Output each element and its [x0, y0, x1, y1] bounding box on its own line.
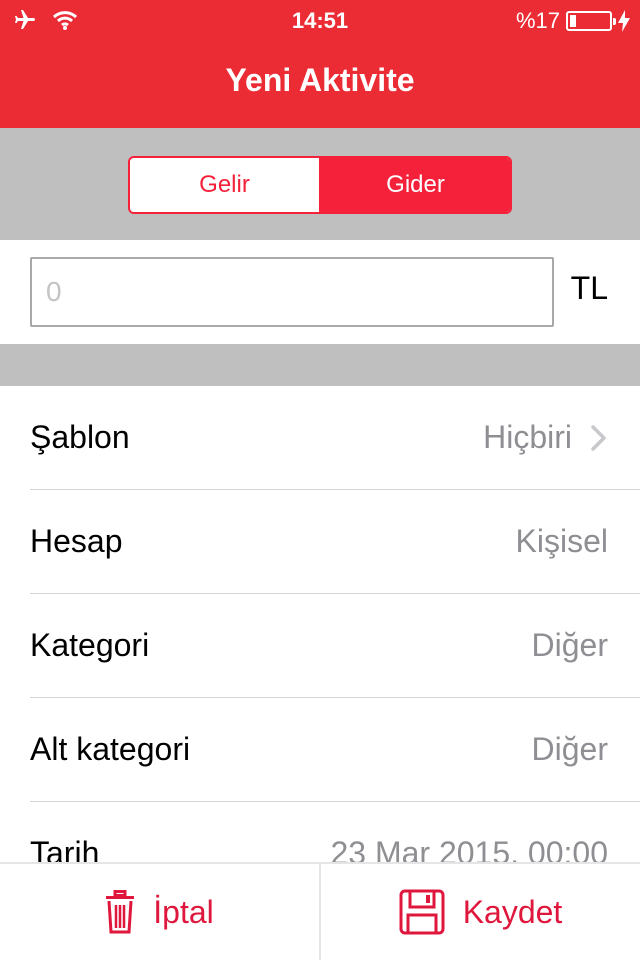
- row-alt-kategori[interactable]: Alt kategori Diğer: [0, 698, 640, 802]
- row-label: Kategori: [30, 627, 150, 663]
- bottom-toolbar: İptal Kaydet: [0, 862, 640, 960]
- segment-gelir[interactable]: Gelir: [130, 158, 321, 212]
- status-bar: 14:51 %17: [0, 0, 640, 40]
- trash-icon: [106, 890, 135, 934]
- row-label: Hesap: [30, 523, 123, 559]
- row-sablon[interactable]: Şablon Hiçbiri: [0, 386, 640, 490]
- row-value: Diğer: [531, 627, 608, 663]
- cancel-label: İptal: [153, 893, 214, 930]
- page-title: Yeni Aktivite: [225, 62, 415, 98]
- battery-percent: %17: [515, 8, 560, 33]
- charging-bolt-icon: [618, 10, 630, 32]
- row-value: Kişisel: [515, 523, 608, 559]
- save-button[interactable]: Kaydet: [321, 864, 640, 960]
- row-label: Şablon: [30, 419, 130, 455]
- row-hesap[interactable]: Hesap Kişisel: [0, 490, 640, 594]
- cancel-button[interactable]: İptal: [0, 864, 321, 960]
- battery-fill: [570, 15, 576, 27]
- row-kategori[interactable]: Kategori Diğer: [0, 594, 640, 698]
- row-value: Diğer: [531, 731, 608, 767]
- battery-icon: [566, 11, 616, 31]
- segment-gider[interactable]: Gider: [321, 158, 510, 212]
- row-value: Hiçbiri: [483, 419, 572, 455]
- section-gap: [0, 344, 640, 386]
- chevron-right-icon: [591, 425, 606, 451]
- amount-input[interactable]: [30, 257, 554, 327]
- amount-row: TL: [0, 240, 640, 344]
- details-list: Şablon Hiçbiri Hesap Kişisel Kategori Di…: [0, 386, 640, 906]
- header: 14:51 %17 Yeni Aktivite: [0, 0, 640, 128]
- floppy-disk-icon: [399, 889, 445, 935]
- currency-label: TL: [570, 270, 608, 306]
- type-segmented-control: Gelir Gider: [128, 156, 512, 214]
- row-label: Alt kategori: [30, 731, 191, 767]
- status-right: %17: [516, 8, 630, 34]
- save-label: Kaydet: [462, 893, 563, 930]
- segment-band: Gelir Gider: [0, 128, 640, 240]
